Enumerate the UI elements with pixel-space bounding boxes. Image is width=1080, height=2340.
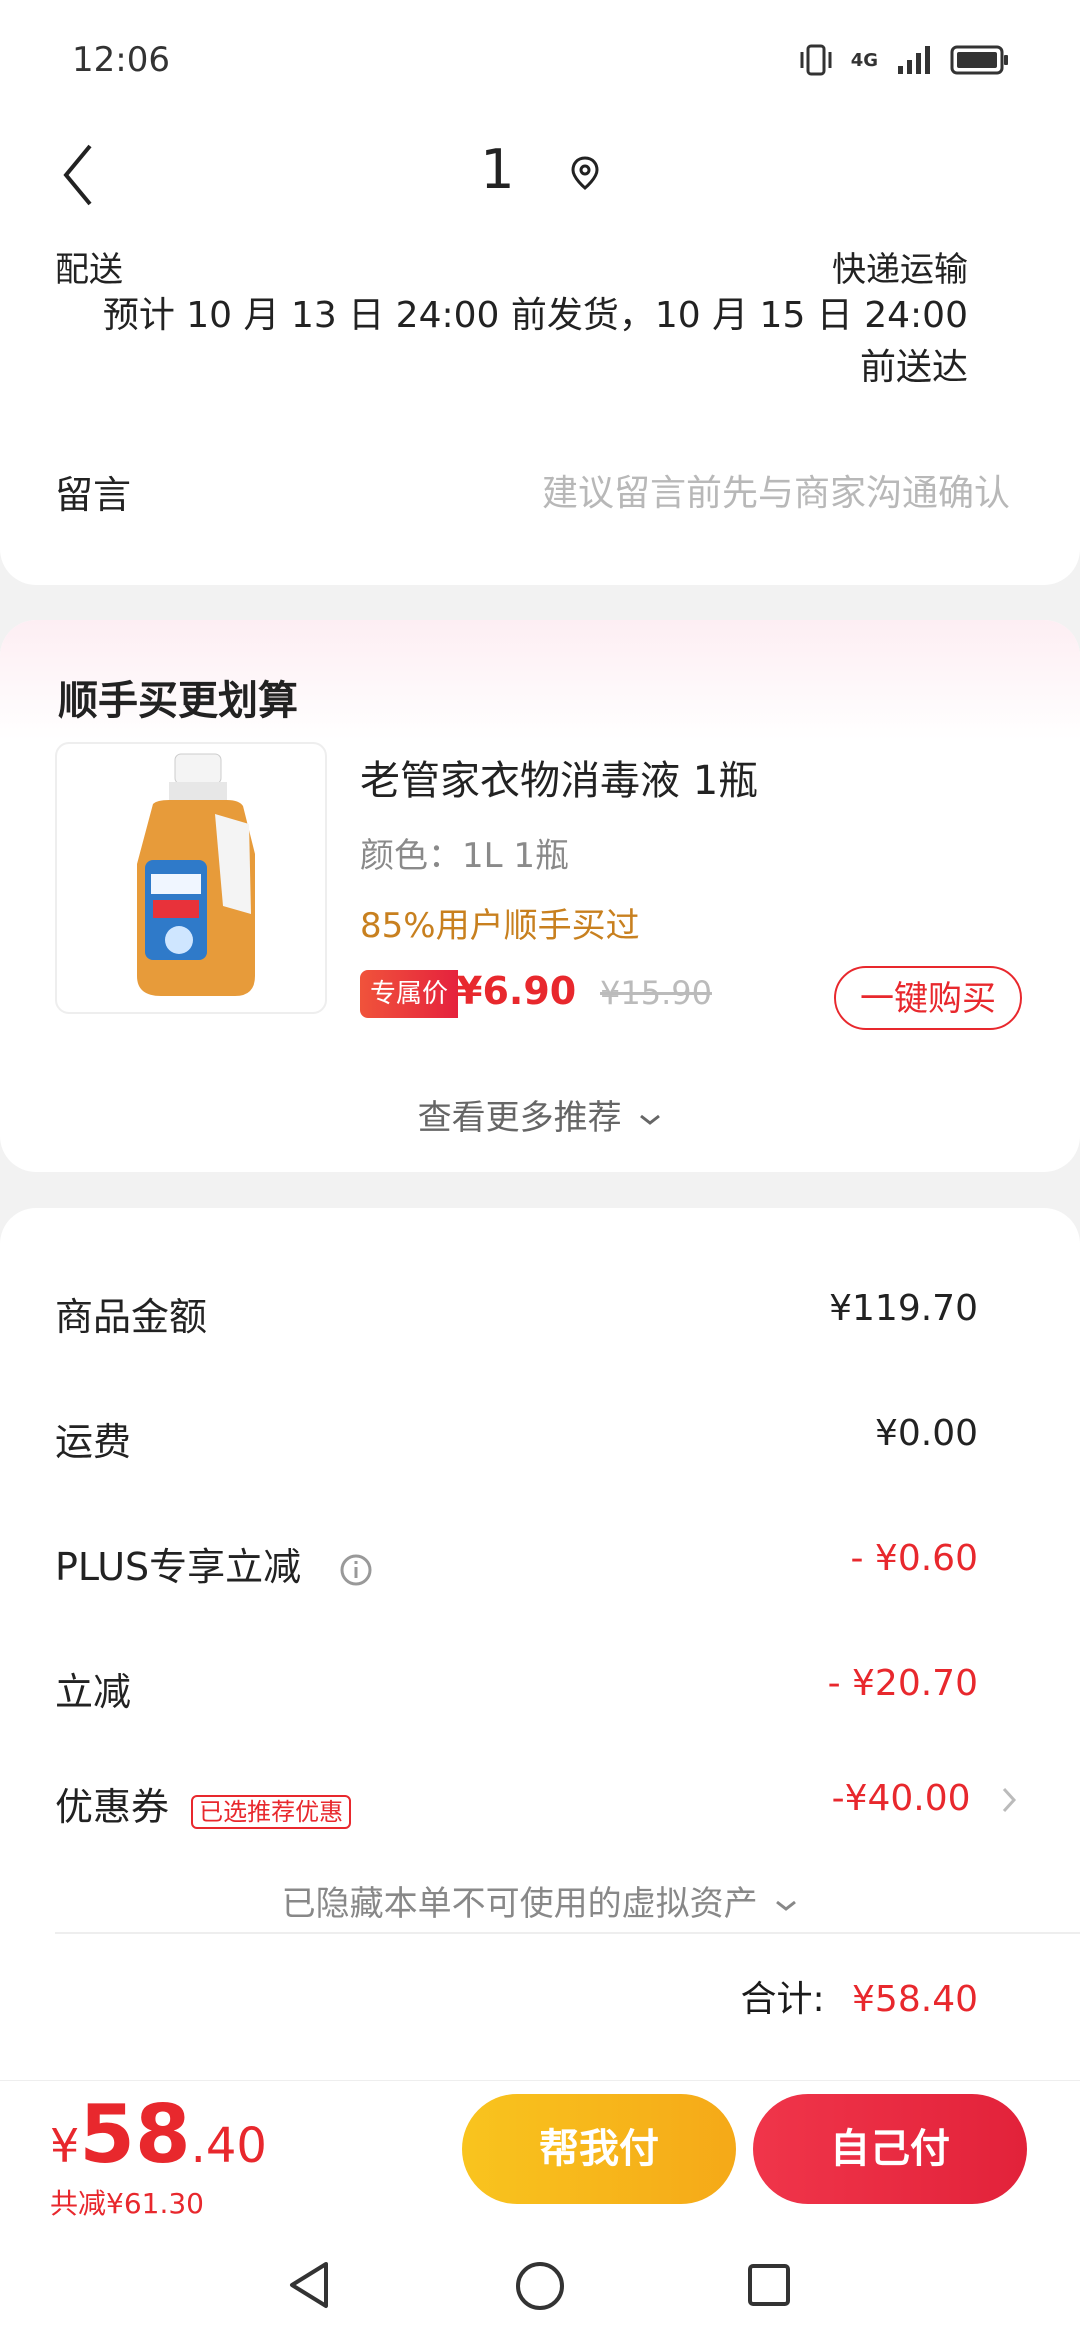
- delivery-estimate-line1: 预计 10 月 13 日 24:00 前发货，10 月 15 日 24:00: [102, 295, 968, 336]
- shipping-fee-label: 运费: [55, 1420, 132, 1464]
- product-name[interactable]: 老管家衣物消毒液 1瓶: [360, 748, 758, 806]
- battery-icon: [950, 45, 1008, 75]
- chevron-down-icon: [640, 1114, 661, 1125]
- status-bar: 12:06 4G: [0, 0, 1080, 120]
- product-social-proof: 85%用户顺手买过: [360, 906, 640, 946]
- page-title: 1: [0, 138, 1080, 201]
- chevron-right-icon: [1002, 1787, 1017, 1813]
- note-input[interactable]: 建议留言前先与商家沟通确认: [542, 464, 1010, 516]
- shipping-fee-value: ¥0.00: [874, 1413, 978, 1454]
- plus-discount-label: PLUS专享立减: [55, 1545, 302, 1589]
- chevron-down-icon: [776, 1900, 797, 1911]
- status-time: 12:06: [72, 40, 170, 80]
- nav-recents-icon[interactable]: [746, 2262, 792, 2308]
- coupon-value: -¥40.00: [831, 1778, 971, 1819]
- total-row: 合计: ¥58.40: [740, 1970, 978, 2022]
- exclusive-price-tag: 专属价: [360, 970, 459, 1018]
- note-label: 留言: [55, 473, 132, 517]
- pay-currency: ¥: [50, 2119, 80, 2173]
- delivery-estimate-line2: 前送达: [859, 347, 968, 388]
- system-nav-bar: [0, 2230, 1080, 2340]
- recommend-card: 顺手买更划算 老管家衣物消毒液 1瓶 颜色：1L 1瓶 85%用户顺手买过 专属…: [0, 620, 1080, 1172]
- goods-amount-value: ¥119.70: [829, 1288, 978, 1329]
- goods-amount-label: 商品金额: [55, 1295, 208, 1339]
- recommend-title: 顺手买更划算: [58, 678, 298, 724]
- pay-myself-button[interactable]: 自己付: [753, 2094, 1027, 2204]
- nav-back-icon[interactable]: [286, 2260, 332, 2310]
- delivery-estimate: 预计 10 月 13 日 24:00 前发货，10 月 15 日 24:00 前…: [103, 290, 968, 394]
- nav-home-icon[interactable]: [514, 2260, 566, 2312]
- product-spec: 颜色：1L 1瓶: [360, 836, 570, 876]
- status-icons: 4G: [799, 42, 1010, 78]
- pay-amount: ¥58.40: [50, 2088, 267, 2181]
- plus-discount-label-row: PLUS专享立减: [55, 1536, 373, 1591]
- info-icon[interactable]: [339, 1553, 373, 1587]
- product-image[interactable]: [55, 742, 327, 1014]
- location-pin-icon: [571, 156, 599, 191]
- total-label: 合计:: [740, 1979, 825, 2020]
- header: 1: [0, 120, 1080, 230]
- plus-discount-value: - ¥0.60: [850, 1538, 979, 1579]
- coupon-label-row[interactable]: 优惠券 已选推荐优惠: [55, 1776, 352, 1831]
- signal-icon: [898, 46, 930, 74]
- coupon-selected-tag: 已选推荐优惠: [191, 1795, 352, 1829]
- product-original-price: ¥15.90: [600, 974, 712, 1012]
- more-recommend-label: 查看更多推荐: [417, 1098, 622, 1138]
- delivery-card: 配送 快递运输 预计 10 月 13 日 24:00 前发货，10 月 15 日…: [0, 230, 1080, 585]
- instant-discount-label: 立减: [55, 1670, 132, 1714]
- total-value: ¥58.40: [852, 1979, 978, 2020]
- price-summary-card: 商品金额 ¥119.70 运费 ¥0.00 PLUS专享立减 - ¥0.60 立…: [0, 1208, 1080, 2080]
- more-recommend-link[interactable]: 查看更多推荐: [0, 1090, 1080, 1139]
- pay-amount-int: 58: [79, 2088, 191, 2181]
- summary-divider: [55, 1932, 1080, 1934]
- quick-buy-button[interactable]: 一键购买: [834, 966, 1022, 1030]
- coupon-label: 优惠券: [55, 1785, 170, 1829]
- hidden-assets-toggle[interactable]: 已隐藏本单不可使用的虚拟资产: [0, 1876, 1080, 1925]
- disinfectant-bottle-icon: [137, 753, 255, 996]
- network-label: 4G: [850, 49, 878, 71]
- delivery-label: 配送: [55, 250, 123, 290]
- total-saved: 共减¥61.30: [50, 2187, 204, 2220]
- instant-discount-value: - ¥20.70: [827, 1663, 978, 1704]
- delivery-method: 快递运输: [832, 250, 968, 290]
- page-title-text: 1: [480, 138, 515, 201]
- vibrate-icon: [800, 44, 832, 76]
- hidden-assets-label: 已隐藏本单不可使用的虚拟资产: [281, 1884, 758, 1924]
- pay-amount-dec: .40: [190, 2118, 267, 2174]
- coupon-value-row[interactable]: -¥40.00: [832, 1778, 1018, 1819]
- product-price: ¥6.90: [456, 969, 577, 1013]
- help-me-pay-button[interactable]: 帮我付: [462, 2094, 736, 2204]
